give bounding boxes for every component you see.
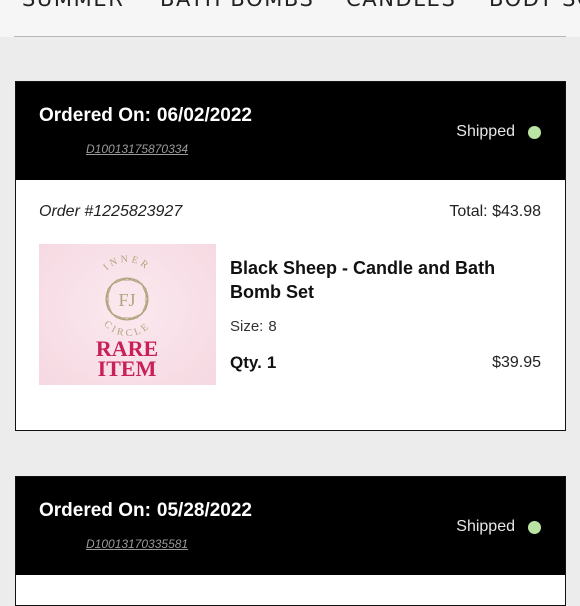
status-dot-icon	[528, 125, 541, 139]
order-date: Ordered On: 06/02/2022	[39, 105, 252, 127]
logo-item: ITEM	[98, 356, 157, 381]
product-name-link[interactable]: Black Sheep - Candle and Bath Bomb Set	[230, 256, 530, 304]
product-image[interactable]: FJ INNER CIRCLE RARE ITEM	[39, 244, 216, 385]
order-total: Total: $43.98	[449, 203, 541, 220]
tracking-number-link[interactable]: D10013170335581	[86, 537, 188, 551]
ordered-on-date: 06/02/2022	[156, 105, 252, 126]
order-number: Order #1225823927	[39, 203, 183, 220]
size-value: 8	[268, 318, 277, 335]
svg-text:INNER: INNER	[101, 254, 152, 273]
status-label: Shipped	[456, 123, 515, 140]
qty-label: Qty.	[230, 353, 262, 372]
ordered-on-label: Ordered On:	[39, 500, 151, 521]
order-card-body: Order #1225823927 Total: $43.98 FJ INNER	[16, 180, 565, 432]
nav-item-bath-bombs[interactable]: BATH BOMBS	[160, 0, 315, 11]
order-card-header: Ordered On: 06/02/2022 D10013175870334 Sh…	[16, 82, 565, 180]
logo-monogram: FJ	[118, 290, 135, 310]
tracking-number-link[interactable]: D10013175870334	[86, 142, 188, 156]
category-nav: SUMMER BATH BOMBS CANDLES BODY SC	[0, 0, 580, 37]
product-quantity: Qty. 1	[230, 353, 276, 373]
ordered-on-label: Ordered On:	[39, 105, 151, 126]
nav-item-candles[interactable]: CANDLES	[346, 0, 456, 11]
nav-divider	[14, 36, 566, 37]
order-date: Ordered On: 05/28/2022	[39, 500, 252, 522]
order-status: Shipped	[456, 123, 541, 141]
product-size: Size: 8	[230, 318, 277, 335]
order-card: Ordered On: 05/28/2022 D10013170335581 Sh…	[15, 476, 566, 606]
status-dot-icon	[528, 520, 541, 534]
order-card-header: Ordered On: 05/28/2022 D10013170335581 Sh…	[16, 477, 565, 575]
size-label: Size:	[230, 318, 264, 335]
nav-item-summer[interactable]: SUMMER	[22, 0, 124, 11]
ordered-on-date: 05/28/2022	[156, 500, 252, 521]
status-label: Shipped	[456, 518, 515, 535]
product-price: $39.95	[492, 354, 541, 371]
order-card: Ordered On: 06/02/2022 D10013175870334 Sh…	[15, 81, 566, 431]
order-status: Shipped	[456, 518, 541, 536]
inner-circle-logo-icon: FJ INNER CIRCLE RARE ITEM	[96, 254, 158, 381]
nav-item-body-scrubs[interactable]: BODY SC	[489, 0, 580, 11]
qty-value: 1	[266, 353, 277, 372]
